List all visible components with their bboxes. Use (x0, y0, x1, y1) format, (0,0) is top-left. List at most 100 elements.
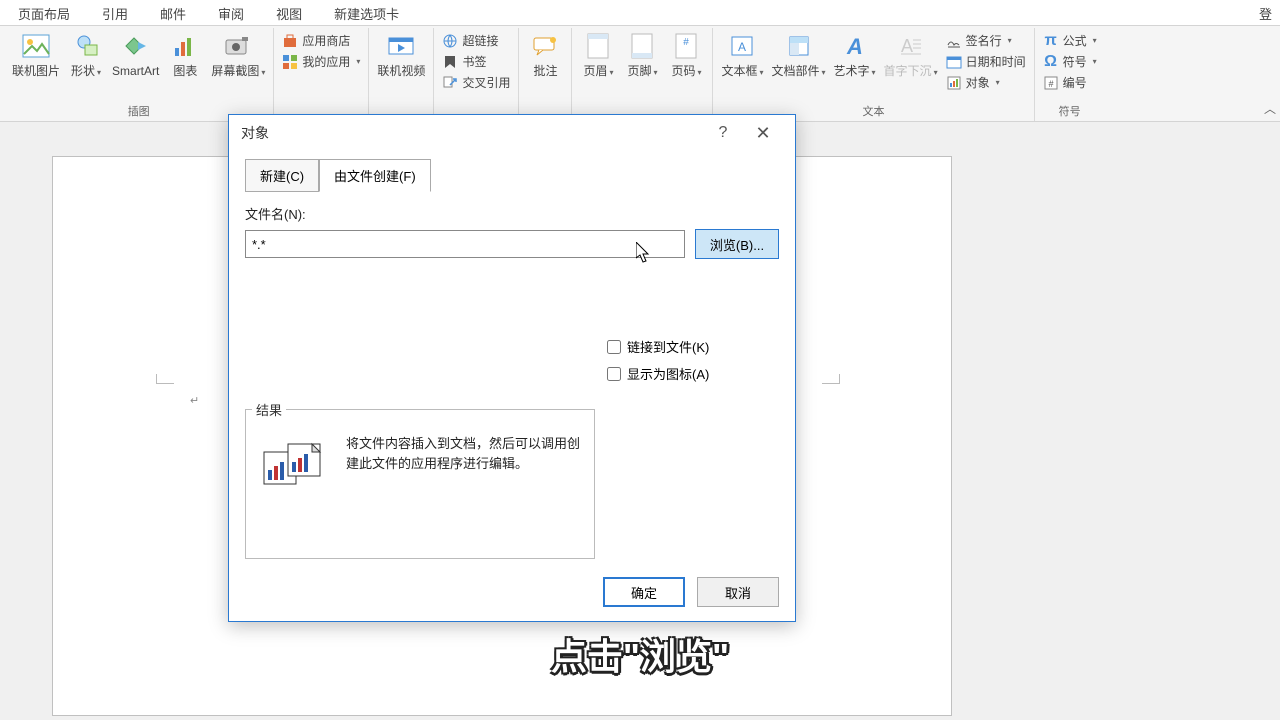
bookmark-button[interactable]: 书签 (442, 51, 510, 72)
wordart-button[interactable]: A 艺术字▾ (830, 28, 880, 80)
signature-line-button[interactable]: 签名行▾ (946, 30, 1026, 51)
object-label: 对象 (966, 74, 990, 91)
date-time-button[interactable]: 日期和时间 (946, 51, 1026, 72)
quick-parts-button[interactable]: 文档部件▾ (767, 28, 829, 80)
result-legend: 结果 (252, 400, 286, 419)
dialog-close-button[interactable]: ✕ (743, 117, 783, 149)
tab-new[interactable]: 新建选项卡 (318, 0, 415, 25)
group-symbols: π公式▾ Ω符号▾ #编号 符号 (1035, 28, 1105, 121)
signature-label: 签名行 (966, 32, 1002, 49)
result-panel: 结果 将文件内容插入到文档，然后可以调用创建此文件的应用程序进行编辑。 (245, 409, 595, 559)
hyperlink-button[interactable]: 超链接 (442, 30, 510, 51)
filename-input[interactable] (245, 230, 685, 258)
apps-icon (282, 54, 298, 70)
parts-icon (783, 30, 815, 62)
pagenum-icon: # (670, 30, 702, 62)
header-icon (582, 30, 614, 62)
app-store-label: 应用商店 (302, 32, 350, 49)
symbol-icon: Ω (1043, 54, 1059, 70)
header-button[interactable]: 页眉▾ (576, 28, 620, 80)
equation-label: 公式 (1063, 32, 1087, 49)
hyperlink-icon (442, 33, 458, 49)
crossref-icon (442, 75, 458, 91)
footer-button[interactable]: 页脚▾ (620, 28, 664, 80)
object-button[interactable]: 对象▾ (946, 72, 1026, 93)
symbol-label: 符号 (1063, 53, 1087, 70)
number-button[interactable]: #编号 (1043, 72, 1097, 93)
dialog-title: 对象 (241, 123, 703, 143)
online-pictures-label: 联机图片 (12, 64, 60, 78)
online-video-label: 联机视频 (377, 64, 425, 78)
browse-button[interactable]: 浏览(B)... (695, 229, 779, 259)
group-header-footer: 页眉▾ 页脚▾ # 页码▾ (572, 28, 713, 121)
equation-button[interactable]: π公式▾ (1043, 30, 1097, 51)
online-pictures-button[interactable]: 联机图片 (8, 28, 64, 80)
icon-checkbox-input[interactable] (607, 367, 621, 381)
collapse-ribbon-icon[interactable]: ︿ (1264, 100, 1276, 117)
tab-page-layout[interactable]: 页面布局 (2, 0, 86, 25)
my-apps-label: 我的应用 (302, 53, 350, 70)
textbox-icon: A (726, 30, 758, 62)
group-links: 超链接 书签 交叉引用 (434, 28, 519, 121)
svg-text:A: A (901, 36, 913, 56)
smartart-button[interactable]: SmartArt (108, 28, 163, 80)
tab-review[interactable]: 审阅 (202, 0, 260, 25)
screenshot-button[interactable]: 屏幕截图▾ (207, 28, 269, 80)
tab-references[interactable]: 引用 (86, 0, 144, 25)
tab-create-from-file[interactable]: 由文件创建(F) (319, 159, 431, 192)
tab-mailings[interactable]: 邮件 (144, 0, 202, 25)
svg-text:A: A (846, 34, 863, 58)
page-number-button[interactable]: # 页码▾ (664, 28, 708, 80)
group-comments: 批注 (519, 28, 572, 121)
filename-label: 文件名(N): (245, 204, 779, 223)
margin-mark (156, 374, 174, 384)
link-checkbox-input[interactable] (607, 340, 621, 354)
textbox-label: 文本框▾ (721, 64, 763, 78)
instruction-caption: 点击"浏览" (551, 628, 729, 680)
equation-icon: π (1043, 33, 1059, 49)
dialog-titlebar[interactable]: 对象 ? ✕ (229, 115, 795, 151)
tab-view[interactable]: 视图 (260, 0, 318, 25)
dropcap-icon: A (895, 30, 927, 62)
header-label: 页眉▾ (583, 64, 613, 78)
bookmark-icon (442, 54, 458, 70)
signature-icon (946, 33, 962, 49)
shapes-icon (70, 30, 102, 62)
link-to-file-checkbox[interactable]: 链接到文件(K) (607, 337, 779, 356)
online-video-button[interactable]: 联机视频 (373, 28, 429, 80)
number-label: 编号 (1063, 74, 1087, 91)
margin-mark (822, 374, 840, 384)
dialog-help-button[interactable]: ? (703, 117, 743, 149)
pagenum-label: 页码▾ (671, 64, 701, 78)
screenshot-label: 屏幕截图▾ (211, 64, 265, 78)
chart-button[interactable]: 图表 (163, 28, 207, 80)
cancel-button[interactable]: 取消 (697, 577, 779, 607)
parts-label: 文档部件▾ (771, 64, 825, 78)
screenshot-icon (222, 30, 254, 62)
wordart-icon: A (839, 30, 871, 62)
tab-create-new[interactable]: 新建(C) (245, 159, 319, 192)
dialog-tabs: 新建(C) 由文件创建(F) (245, 159, 779, 192)
icon-checkbox-label: 显示为图标(A) (627, 364, 709, 383)
display-as-icon-checkbox[interactable]: 显示为图标(A) (607, 364, 779, 383)
chart-icon (169, 30, 201, 62)
app-store-button[interactable]: 应用商店 (282, 30, 360, 51)
cross-reference-button[interactable]: 交叉引用 (442, 72, 510, 93)
smartart-icon (120, 30, 152, 62)
dropcap-button[interactable]: A 首字下沉▾ (880, 28, 942, 80)
login-link[interactable]: 登 (1251, 0, 1280, 25)
textbox-button[interactable]: A 文本框▾ (717, 28, 767, 80)
comment-button[interactable]: 批注 (523, 28, 567, 80)
object-dialog: 对象 ? ✕ 新建(C) 由文件创建(F) 文件名(N): 浏览(B)... 链… (228, 114, 796, 622)
symbol-button[interactable]: Ω符号▾ (1043, 51, 1097, 72)
comment-icon (529, 30, 561, 62)
group-addins: 应用商店 我的应用▾ (274, 28, 369, 121)
my-apps-button[interactable]: 我的应用▾ (282, 51, 360, 72)
ok-button[interactable]: 确定 (603, 577, 685, 607)
shapes-button[interactable]: 形状▾ (64, 28, 108, 80)
smartart-label: SmartArt (112, 64, 159, 78)
store-icon (282, 33, 298, 49)
chart-label: 图表 (173, 64, 197, 78)
hyperlink-label: 超链接 (462, 32, 498, 49)
svg-text:A: A (738, 40, 746, 54)
